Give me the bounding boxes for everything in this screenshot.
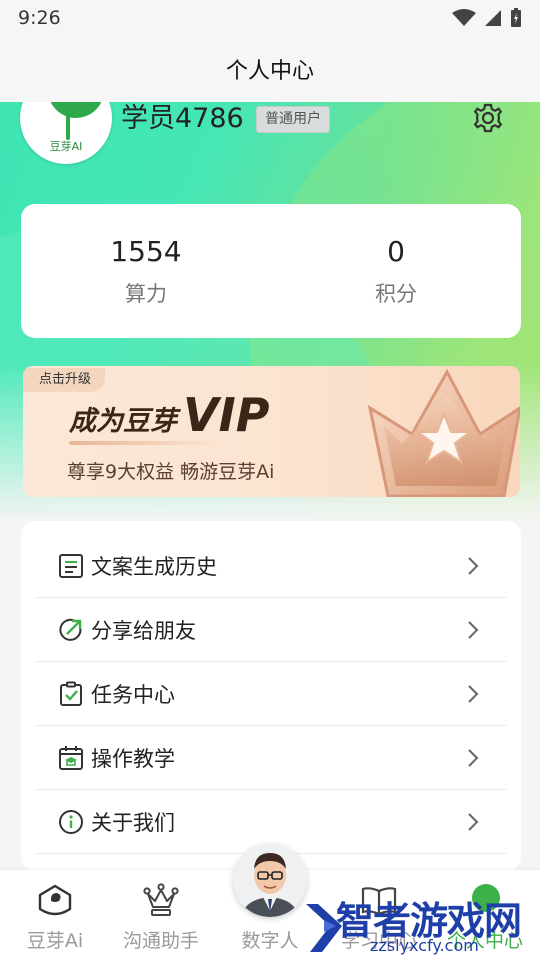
title-bar: 个人中心 bbox=[0, 36, 540, 102]
menu-item-label: 文案生成历史 bbox=[91, 554, 217, 579]
stat-value: 0 bbox=[387, 234, 405, 268]
status-icons bbox=[452, 8, 522, 28]
tab-douya-ai[interactable]: 豆芽Ai bbox=[0, 882, 110, 953]
share-arrow-icon bbox=[57, 616, 85, 644]
info-icon bbox=[57, 808, 85, 836]
tab-label: 沟通助手 bbox=[122, 930, 199, 952]
clipboard-check-icon bbox=[57, 680, 85, 708]
battery-charging-icon bbox=[511, 8, 521, 27]
menu-item-label: 分享给朋友 bbox=[91, 618, 196, 643]
menu-item-tutorial[interactable]: 操作教学 bbox=[35, 726, 507, 790]
document-list-icon bbox=[57, 552, 85, 580]
status-bar: 9:26 bbox=[0, 0, 540, 36]
tab-label: 豆芽Ai bbox=[26, 930, 84, 952]
page-title: 个人中心 bbox=[225, 59, 314, 84]
chevron-right-icon bbox=[461, 810, 485, 834]
vip-title: 成为豆芽 VIP bbox=[69, 392, 269, 438]
menu-item-copy-history[interactable]: 文案生成历史 bbox=[35, 534, 507, 598]
wifi-icon bbox=[452, 9, 476, 26]
menu-item-label: 操作教学 bbox=[91, 746, 175, 771]
settings-button[interactable] bbox=[471, 101, 505, 135]
chevron-right-icon bbox=[461, 554, 485, 578]
avatar-brand-text: 豆芽AI bbox=[49, 140, 83, 153]
status-time: 9:26 bbox=[18, 7, 61, 29]
chevron-right-icon bbox=[461, 746, 485, 770]
chevron-right-icon bbox=[461, 618, 485, 642]
stat-value: 1554 bbox=[110, 234, 182, 268]
menu-card: 文案生成历史 分享给朋友 任务中心 操作教学 关于我们 bbox=[21, 521, 521, 871]
vip-subtitle: 尊享9大权益 畅游豆芽Ai bbox=[67, 461, 275, 483]
vip-title-cn: 成为豆芽 bbox=[69, 406, 177, 437]
menu-item-label: 任务中心 bbox=[91, 682, 175, 707]
vip-upgrade-tag: 点击升级 bbox=[23, 368, 106, 392]
vip-title-en: VIP bbox=[183, 388, 270, 442]
gear-icon bbox=[473, 103, 503, 133]
tab-communication-assistant[interactable]: 沟通助手 bbox=[106, 882, 216, 953]
stat-compute-power[interactable]: 1554 算力 bbox=[21, 204, 271, 338]
menu-item-label: 关于我们 bbox=[91, 810, 175, 835]
menu-item-task-center[interactable]: 任务中心 bbox=[35, 662, 507, 726]
stat-label: 算力 bbox=[125, 281, 167, 306]
chevron-right-icon bbox=[461, 682, 485, 706]
tab-label: 数字人 bbox=[241, 930, 299, 952]
vip-underline-decoration bbox=[69, 441, 219, 445]
watermark-url: zzslyxcfy.com bbox=[370, 936, 479, 955]
crown-icon bbox=[141, 882, 181, 920]
vip-crown-icon bbox=[367, 368, 520, 497]
stats-card: 1554 算力 0 积分 bbox=[21, 204, 521, 338]
stat-points[interactable]: 0 积分 bbox=[271, 204, 521, 338]
stat-label: 积分 bbox=[375, 281, 417, 306]
calendar-graduation-icon bbox=[57, 744, 85, 772]
sprout-icon bbox=[35, 882, 75, 920]
sprout-stem-logo bbox=[66, 102, 70, 140]
menu-item-share[interactable]: 分享给朋友 bbox=[35, 598, 507, 662]
vip-upgrade-banner[interactable]: 点击升级 成为豆芽 VIP 尊享9大权益 畅游豆芽Ai bbox=[23, 366, 520, 497]
cellular-signal-icon bbox=[485, 10, 501, 26]
user-level-badge: 普通用户 bbox=[256, 106, 330, 133]
